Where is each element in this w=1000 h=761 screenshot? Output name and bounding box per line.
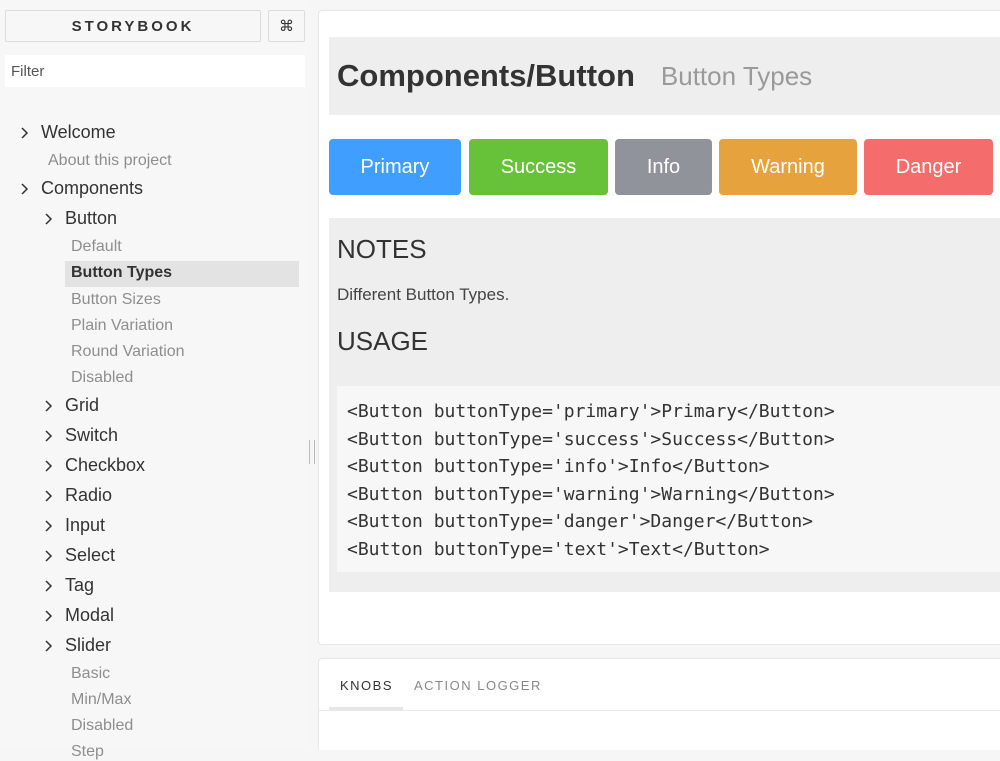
tree-node-label: Slider xyxy=(65,635,112,655)
storybook-brand-link[interactable]: STORYBOOK xyxy=(5,10,261,42)
chevron-right-icon xyxy=(44,212,58,225)
tree-node-label: Grid xyxy=(65,395,100,415)
tree-node-label: Switch xyxy=(65,425,119,445)
tree-node-button[interactable]: Button xyxy=(44,208,117,229)
primary-button[interactable]: Primary xyxy=(329,139,461,195)
notes-heading: NOTES xyxy=(337,234,427,264)
code-line: <Button buttonType='info'>Info</Button> xyxy=(347,456,770,477)
chevron-right-icon xyxy=(44,459,58,472)
tree-node-slider[interactable]: Slider xyxy=(44,635,111,656)
tree-leaf-min-max[interactable]: Min/Max xyxy=(71,691,131,709)
code-line: <Button buttonType='success'>Success</Bu… xyxy=(347,428,835,450)
tree-node-label: Button xyxy=(65,208,118,228)
tree-node-tag[interactable]: Tag xyxy=(44,575,94,596)
story-name: Button Types xyxy=(660,60,813,91)
resize-handle[interactable] xyxy=(309,440,315,464)
tree-node-radio[interactable]: Radio xyxy=(44,485,112,506)
tree-node-checkbox[interactable]: Checkbox xyxy=(44,455,145,476)
usage-code-block: <Button buttonType='primary'>Primary</Bu… xyxy=(337,386,1000,572)
tree-node-label: Checkbox xyxy=(65,455,146,475)
tree-leaf-basic[interactable]: Basic xyxy=(71,665,110,683)
chevron-right-icon xyxy=(44,489,58,502)
tree-node-label: Modal xyxy=(65,605,115,625)
warning-button[interactable]: Warning xyxy=(719,139,857,195)
chevron-right-icon xyxy=(44,429,58,442)
tab-action-logger[interactable]: ACTION LOGGER xyxy=(414,678,542,693)
tree-node-grid[interactable]: Grid xyxy=(44,395,99,416)
chevron-right-icon xyxy=(20,126,34,139)
preview-panel: Components/Button Button Types Primary S… xyxy=(318,10,1000,645)
addon-tab-bar: KNOBS ACTION LOGGER xyxy=(319,659,1000,711)
chevron-right-icon xyxy=(44,549,58,562)
usage-heading: USAGE xyxy=(337,326,429,356)
danger-button[interactable]: Danger xyxy=(864,139,993,195)
code-line: <Button buttonType='warning'>Warning</Bu… xyxy=(347,483,835,505)
tree-leaf-round-variation[interactable]: Round Variation xyxy=(71,343,185,361)
tree-node-modal[interactable]: Modal xyxy=(44,605,114,626)
tree-node-label: Select xyxy=(65,545,116,565)
tree-leaf-disabled[interactable]: Disabled xyxy=(71,369,133,387)
tree-node-label: Components xyxy=(41,178,144,198)
code-line: <Button buttonType='danger'>Danger</Butt… xyxy=(347,511,813,532)
tree-node-input[interactable]: Input xyxy=(44,515,105,536)
keyboard-shortcuts-button[interactable]: ⌘ xyxy=(268,10,305,42)
notes-section: NOTES Different Button Types. USAGE <But… xyxy=(329,218,1000,592)
tree-node-select[interactable]: Select xyxy=(44,545,115,566)
story-header: Components/Button Button Types xyxy=(329,37,1000,115)
tree-leaf-default[interactable]: Default xyxy=(71,238,122,256)
code-line: <Button buttonType='primary'>Primary</Bu… xyxy=(347,401,835,422)
addons-panel: KNOBS ACTION LOGGER xyxy=(318,658,1000,750)
success-button[interactable]: Success xyxy=(469,139,608,195)
tree-leaf-step[interactable]: Step xyxy=(71,743,104,761)
tree-leaf-about[interactable]: About this project xyxy=(48,152,172,170)
chevron-right-icon xyxy=(44,639,58,652)
code-line: <Button buttonType='text'>Text</Button> xyxy=(347,538,770,560)
chevron-right-icon xyxy=(44,399,58,412)
story-kind-title: Components/Button xyxy=(337,58,635,93)
notes-text: Different Button Types. xyxy=(337,285,510,304)
tree-node-label: Input xyxy=(65,515,106,535)
chevron-right-icon xyxy=(44,519,58,532)
info-button[interactable]: Info xyxy=(615,139,712,195)
tree-node-welcome[interactable]: Welcome xyxy=(20,122,116,143)
tree-leaf-disabled[interactable]: Disabled xyxy=(71,717,133,735)
tree-leaf-button-sizes[interactable]: Button Sizes xyxy=(71,291,161,309)
chevron-right-icon xyxy=(44,609,58,622)
active-tab-indicator xyxy=(329,707,403,710)
tree-node-label: Tag xyxy=(65,575,95,595)
tree-leaf-plain-variation[interactable]: Plain Variation xyxy=(71,317,173,335)
command-icon: ⌘ xyxy=(279,18,294,35)
chevron-right-icon xyxy=(20,182,34,195)
tree-node-label: Radio xyxy=(65,485,113,505)
sidebar: STORYBOOK ⌘ Welcome About this project C… xyxy=(0,0,310,760)
tab-knobs[interactable]: KNOBS xyxy=(340,678,393,693)
tree-node-switch[interactable]: Switch xyxy=(44,425,118,446)
tree-node-components[interactable]: Components xyxy=(20,178,143,199)
filter-input[interactable] xyxy=(5,55,305,87)
chevron-right-icon xyxy=(44,579,58,592)
tree-node-label: Welcome xyxy=(41,122,116,142)
tree-leaf-button-types-selected[interactable]: Button Types xyxy=(65,261,299,287)
